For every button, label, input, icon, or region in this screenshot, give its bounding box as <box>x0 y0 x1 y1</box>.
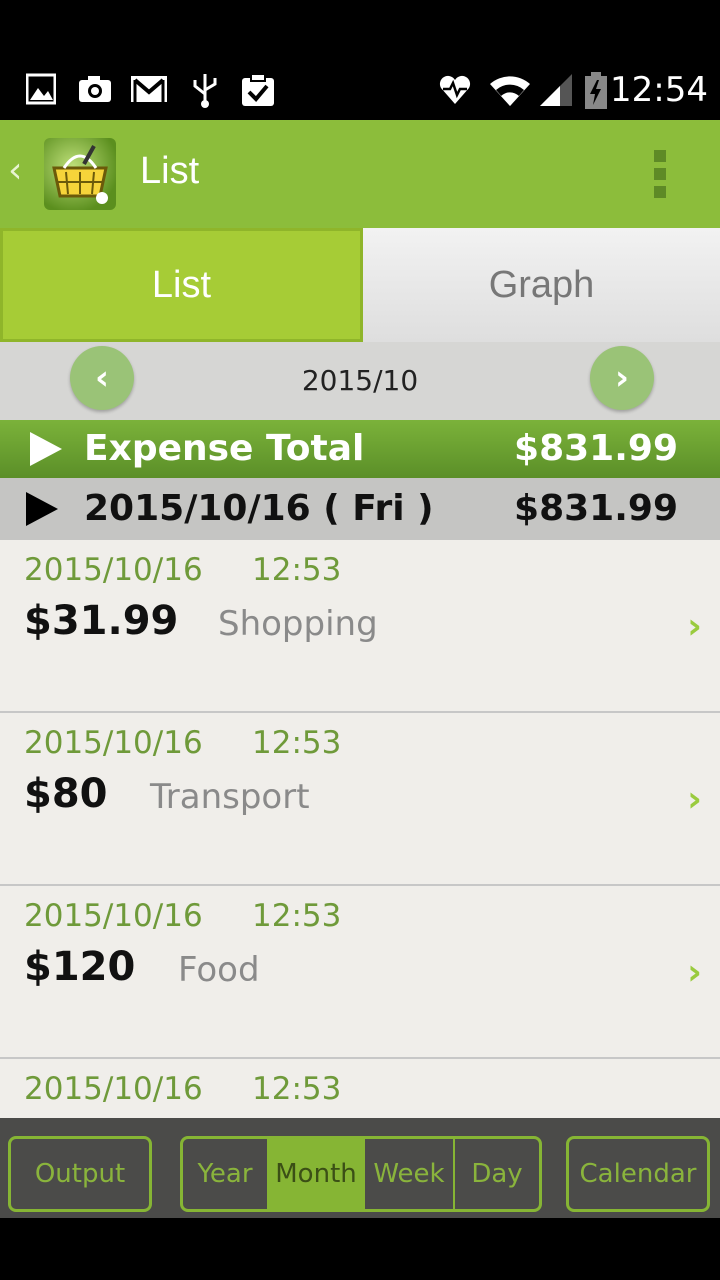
calendar-button[interactable]: Calendar <box>566 1136 710 1212</box>
item-category: Shopping <box>218 604 378 644</box>
expand-triangle-icon <box>30 432 62 466</box>
overflow-menu-icon[interactable] <box>648 150 672 200</box>
chevron-right-icon: › <box>687 779 702 820</box>
item-time: 12:53 <box>252 552 342 588</box>
bottom-toolbar: Output Year Month Week Day Calendar <box>0 1118 720 1218</box>
list-item[interactable]: 2015/10/16 12:53 <box>0 1059 720 1118</box>
tab-list[interactable]: List <box>0 228 363 342</box>
date-group-amount: $831.99 <box>514 488 678 529</box>
list-item[interactable]: 2015/10/16 12:53 $120 Food › <box>0 886 720 1059</box>
item-date: 2015/10/16 <box>24 725 203 761</box>
wifi-icon <box>490 76 530 106</box>
period-day-button[interactable]: Day <box>455 1139 539 1209</box>
item-category: Transport <box>150 777 310 817</box>
date-group-label: 2015/10/16 ( Fri ) <box>84 488 434 529</box>
list-item[interactable]: 2015/10/16 12:53 $31.99 Shopping › <box>0 540 720 713</box>
period-month-button[interactable]: Month <box>269 1139 365 1209</box>
system-nav-area <box>0 1218 720 1280</box>
period-year-button[interactable]: Year <box>183 1139 269 1209</box>
list-item[interactable]: 2015/10/16 12:53 $80 Transport › <box>0 713 720 886</box>
item-amount: $80 <box>24 771 108 817</box>
item-category: Food <box>178 950 260 990</box>
item-date: 2015/10/16 <box>24 898 203 934</box>
period-selector: Year Month Week Day <box>180 1136 542 1212</box>
expense-total-amount: $831.99 <box>514 428 678 469</box>
month-navigator: ‹ 2015/10 › <box>0 342 720 420</box>
item-amount: $120 <box>24 944 136 990</box>
next-month-button[interactable]: › <box>590 346 654 410</box>
item-time: 12:53 <box>252 725 342 761</box>
app-logo-basket-icon[interactable] <box>44 138 116 210</box>
item-amount: $31.99 <box>24 598 179 644</box>
action-bar: ‹ List <box>0 120 720 228</box>
battery-icon <box>585 72 607 109</box>
item-time: 12:53 <box>252 1071 342 1107</box>
page-title: List <box>140 150 200 192</box>
item-date: 2015/10/16 <box>24 1071 203 1107</box>
status-bar: 12:54 <box>0 0 720 120</box>
date-group-header[interactable]: 2015/10/16 ( Fri ) $831.99 <box>0 478 720 540</box>
period-week-button[interactable]: Week <box>365 1139 455 1209</box>
item-time: 12:53 <box>252 898 342 934</box>
expand-triangle-icon <box>26 492 58 526</box>
expense-list[interactable]: 2015/10/16 12:53 $31.99 Shopping › 2015/… <box>0 540 720 1118</box>
signal-icon <box>540 74 572 106</box>
expense-total-label: Expense Total <box>84 428 365 469</box>
expense-total-row[interactable]: Expense Total $831.99 <box>0 420 720 478</box>
back-chevron-icon[interactable]: ‹ <box>8 150 22 191</box>
item-date: 2015/10/16 <box>24 552 203 588</box>
clipboard-check-icon <box>242 73 274 106</box>
usb-icon <box>193 74 217 108</box>
gmail-icon <box>131 76 167 102</box>
view-tabs: List Graph <box>0 228 720 342</box>
output-button[interactable]: Output <box>8 1136 152 1212</box>
heart-monitor-icon <box>439 75 471 104</box>
camera-icon <box>79 76 111 102</box>
chevron-right-icon: › <box>687 952 702 993</box>
image-icon <box>26 73 56 105</box>
clock: 12:54 <box>610 70 708 110</box>
tab-graph[interactable]: Graph <box>363 228 720 342</box>
chevron-right-icon: › <box>687 606 702 647</box>
